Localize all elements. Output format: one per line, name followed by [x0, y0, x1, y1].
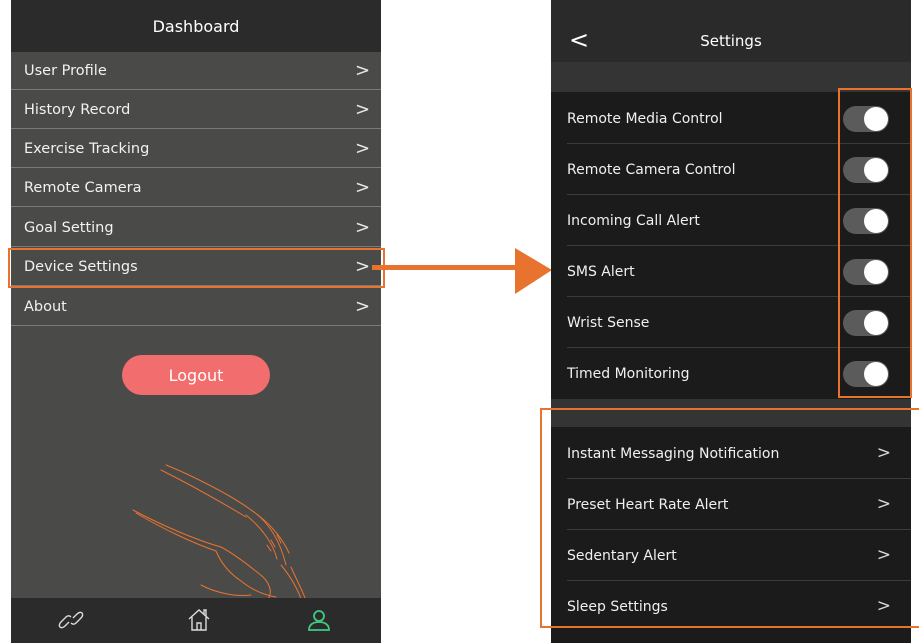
- link-icon[interactable]: [57, 606, 85, 634]
- menu-item-about[interactable]: About >: [11, 288, 381, 326]
- menu-item-exercise-tracking[interactable]: Exercise Tracking >: [11, 130, 381, 168]
- bottom-nav-bar: [11, 598, 381, 643]
- settings-header: < Settings: [551, 0, 911, 62]
- device-settings-highlight: [8, 248, 385, 288]
- toggles-highlight: [838, 88, 912, 398]
- dashboard-title: Dashboard: [152, 16, 240, 36]
- menu-item-label: User Profile: [24, 62, 107, 79]
- chevron-right-icon: >: [355, 217, 371, 238]
- menu-item-label: Exercise Tracking: [24, 140, 150, 157]
- home-icon[interactable]: [185, 606, 213, 634]
- menu-item-goal-setting[interactable]: Goal Setting >: [11, 209, 381, 247]
- menu-item-label: About: [24, 298, 67, 315]
- chevron-right-icon: >: [355, 138, 371, 159]
- chevron-right-icon: >: [355, 99, 371, 120]
- chevron-right-icon: >: [355, 296, 371, 317]
- menu-item-remote-camera[interactable]: Remote Camera >: [11, 169, 381, 207]
- menu-item-user-profile[interactable]: User Profile >: [11, 52, 381, 90]
- settings-title: Settings: [700, 32, 762, 50]
- chevron-right-icon: >: [355, 60, 371, 81]
- dashboard-header: Dashboard: [11, 0, 381, 52]
- lower-settings-highlight: [540, 408, 919, 628]
- logout-button[interactable]: Logout: [122, 355, 270, 395]
- menu-item-history-record[interactable]: History Record >: [11, 91, 381, 129]
- menu-item-label: History Record: [24, 101, 131, 118]
- menu-item-label: Remote Camera: [24, 179, 142, 196]
- menu-item-label: Goal Setting: [24, 219, 114, 236]
- chevron-right-icon: >: [355, 177, 371, 198]
- user-icon[interactable]: [305, 606, 333, 634]
- dashboard-screen: Dashboard User Profile > History Record …: [11, 0, 381, 643]
- arrow-right-icon: [372, 248, 552, 294]
